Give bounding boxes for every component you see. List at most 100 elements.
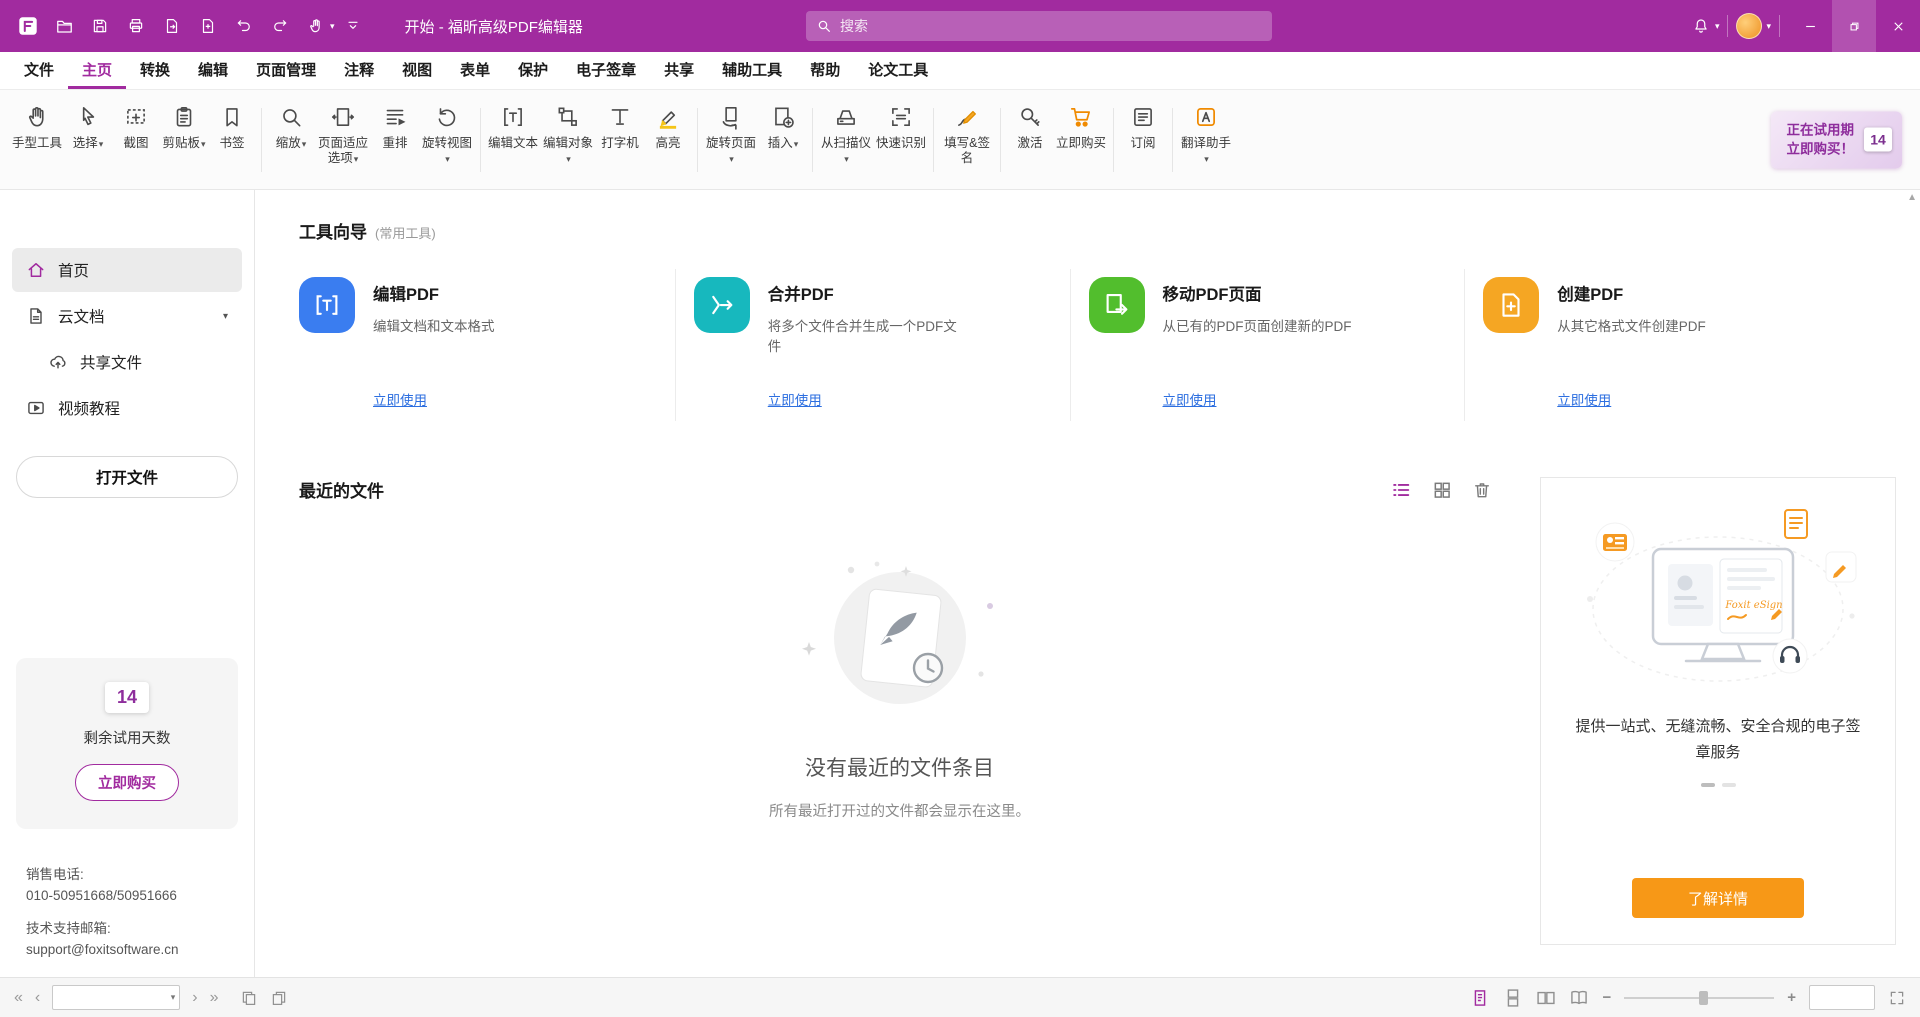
redo-button[interactable] (262, 8, 298, 44)
sidebar: 首页 云文档 ▾ 共享文件 视频教程 打开文件 14 剩余试用天数 立即购买 销… (0, 190, 255, 977)
ribbon-tool-snapshot[interactable]: 截图 (112, 100, 160, 180)
page-fit-icon (330, 100, 356, 130)
create-pdf-button[interactable] (190, 8, 226, 44)
ribbon-tool-translate-assistant[interactable]: 翻译助手▾ (1178, 100, 1234, 180)
use-now-link[interactable]: 立即使用 (768, 389, 822, 409)
ribbon-tool-select[interactable]: 选择▾ (64, 100, 112, 180)
continuous-view-icon[interactable] (1503, 988, 1523, 1008)
grid-view-icon[interactable] (1432, 480, 1452, 500)
next-page-button[interactable]: › (192, 990, 197, 1006)
sidebar-item-shared-files[interactable]: 共享文件 (34, 340, 242, 384)
menu-esign[interactable]: 电子签章 (562, 52, 650, 89)
single-page-view-icon[interactable] (1470, 988, 1490, 1008)
ribbon-tool-from-scanner[interactable]: 从扫描仪▾ (818, 100, 874, 180)
menu-paper-tools[interactable]: 论文工具 (854, 52, 942, 89)
ribbon-tool-buy-now[interactable]: 立即购买 (1054, 100, 1108, 180)
account-caret-icon[interactable]: ▾ (1766, 21, 1771, 32)
facing-view-icon[interactable] (1536, 988, 1556, 1008)
menu-edit[interactable]: 编辑 (184, 52, 242, 89)
open-folder-button[interactable] (46, 8, 82, 44)
trial-banner[interactable]: 正在试用期 立即购买！ 14 (1771, 111, 1903, 168)
menu-convert[interactable]: 转换 (126, 52, 184, 89)
trash-icon[interactable] (1472, 480, 1492, 500)
menu-accessibility[interactable]: 辅助工具 (708, 52, 796, 89)
ribbon-tool-subscribe[interactable]: 订阅 (1119, 100, 1167, 180)
edit-object-icon (555, 100, 581, 130)
minimize-button[interactable] (1788, 0, 1832, 52)
search-input[interactable] (840, 18, 1262, 34)
ribbon-tool-insert[interactable]: 插入▾ (759, 100, 807, 180)
menu-file[interactable]: 文件 (10, 52, 68, 89)
ribbon-tool-hand[interactable]: 手型工具 (10, 100, 64, 180)
carousel-dot[interactable] (1701, 783, 1715, 787)
undo-button[interactable] (226, 8, 262, 44)
ribbon-tool-activate[interactable]: 激活 (1006, 100, 1054, 180)
lasso-dropdown-caret-icon[interactable]: ▾ (330, 21, 335, 32)
page-number-input[interactable] (52, 985, 180, 1010)
carousel-dots (1701, 783, 1736, 787)
ribbon-tool-rotate-pages[interactable]: 旋转页面▾ (703, 100, 759, 180)
ribbon-tool-zoom[interactable]: 缩放▾ (267, 100, 315, 180)
ribbon-tool-typewriter[interactable]: 打字机 (596, 100, 644, 180)
use-now-link[interactable]: 立即使用 (1557, 389, 1611, 409)
ribbon-tool-fit-options[interactable]: 页面适应选项▾ (315, 100, 371, 180)
menu-protect[interactable]: 保护 (504, 52, 562, 89)
support-email-link[interactable]: support@foxitsoftware.cn (26, 940, 179, 961)
menu-view[interactable]: 视图 (388, 52, 446, 89)
open-file-button[interactable]: 打开文件 (16, 456, 238, 498)
next-view-icon[interactable] (270, 989, 288, 1007)
sidebar-item-cloud-docs[interactable]: 云文档 ▾ (12, 294, 242, 338)
zoom-percentage-input[interactable] (1809, 985, 1875, 1010)
menu-comment[interactable]: 注释 (330, 52, 388, 89)
previous-view-icon[interactable] (240, 989, 258, 1007)
customize-toolbar-button[interactable] (335, 8, 371, 44)
zoom-out-button[interactable]: − (1602, 989, 1611, 1006)
print-button[interactable] (118, 8, 154, 44)
menu-help[interactable]: 帮助 (796, 52, 854, 89)
sidebar-item-video-tutorials[interactable]: 视频教程 (12, 386, 242, 430)
menu-share[interactable]: 共享 (650, 52, 708, 89)
zoom-in-button[interactable]: + (1787, 989, 1796, 1006)
global-search[interactable] (806, 11, 1272, 41)
lasso-tool-button[interactable] (298, 8, 334, 44)
close-button[interactable] (1876, 0, 1920, 52)
ribbon-tool-clipboard[interactable]: 剪贴板▾ (160, 100, 208, 180)
ribbon-tool-ocr[interactable]: 快速识别 (874, 100, 928, 180)
learn-more-button[interactable]: 了解详情 (1632, 878, 1804, 918)
zoom-slider[interactable] (1624, 989, 1774, 1007)
menu-form[interactable]: 表单 (446, 52, 504, 89)
ribbon-tool-rotate-view[interactable]: 旋转视图▾ (419, 100, 475, 180)
export-pdf-button[interactable] (154, 8, 190, 44)
sidebar-item-home[interactable]: 首页 (12, 248, 242, 292)
first-page-button[interactable]: « (14, 990, 23, 1006)
use-now-link[interactable]: 立即使用 (373, 389, 427, 409)
restore-button[interactable] (1832, 0, 1876, 52)
user-avatar[interactable] (1736, 13, 1762, 39)
chevron-down-icon[interactable]: ▾ (223, 311, 228, 322)
card-edit-pdf: 编辑PDF 编辑文档和文本格式 立即使用 (299, 269, 675, 421)
notifications-caret-icon[interactable]: ▾ (1715, 21, 1720, 32)
ribbon-tool-reflow[interactable]: 重排 (371, 100, 419, 180)
notifications-bell-icon[interactable] (1683, 8, 1719, 44)
page-dropdown-caret-icon[interactable]: ▾ (171, 992, 176, 1003)
menu-home[interactable]: 主页 (68, 52, 126, 89)
buy-now-button[interactable]: 立即购买 (75, 764, 179, 801)
list-view-icon[interactable] (1390, 479, 1412, 501)
ribbon-tool-highlight[interactable]: 高亮 (644, 100, 692, 180)
ribbon-tool-fill-sign[interactable]: 填写&签名 (939, 100, 995, 180)
ribbon-tool-edit-text[interactable]: 编辑文本 (486, 100, 540, 180)
menu-page-management[interactable]: 页面管理 (242, 52, 330, 89)
carousel-dot[interactable] (1722, 783, 1736, 787)
ribbon-separator (1000, 108, 1001, 172)
book-view-icon[interactable] (1569, 988, 1589, 1008)
use-now-link[interactable]: 立即使用 (1163, 389, 1217, 409)
rotate-pages-icon (718, 100, 744, 130)
ribbon-tool-bookmark[interactable]: 书签 (208, 100, 256, 180)
ribbon-tool-edit-object[interactable]: 编辑对象▾ (540, 100, 596, 180)
fullscreen-icon[interactable] (1888, 989, 1906, 1007)
scrollbar-up-arrow[interactable]: ▲ (1907, 192, 1917, 203)
previous-page-button[interactable]: ‹ (35, 990, 40, 1006)
zoom-slider-thumb[interactable] (1699, 991, 1708, 1005)
last-page-button[interactable]: » (210, 990, 219, 1006)
save-button[interactable] (82, 8, 118, 44)
